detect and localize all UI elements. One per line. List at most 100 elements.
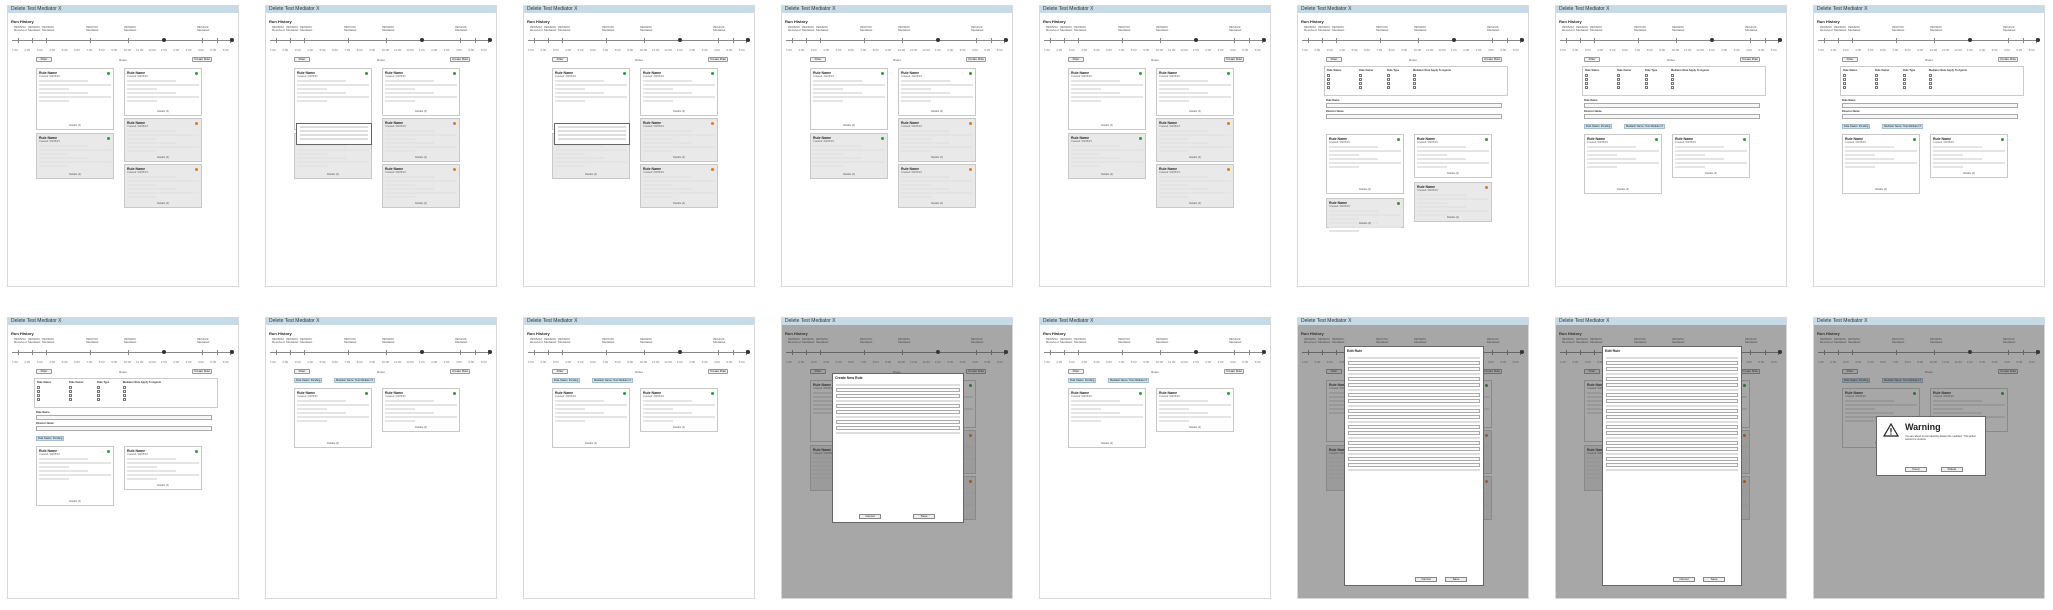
filter-option[interactable] <box>1671 78 1675 81</box>
rule-card[interactable]: Rule NameCreated: 09/05/23Details (4) <box>1068 133 1146 179</box>
filter-option[interactable] <box>1617 82 1621 85</box>
filter-option[interactable] <box>1585 82 1589 85</box>
card-details-link[interactable]: Details (4) <box>1585 188 1661 191</box>
timeline-marker[interactable] <box>1194 38 1198 42</box>
card-details-link[interactable]: Details (4) <box>641 202 717 205</box>
rule-card[interactable]: Rule NameCreated: 09/05/23Details (4) <box>898 164 976 208</box>
card-details-link[interactable]: Details (4) <box>125 202 201 205</box>
filter-option[interactable] <box>1875 74 1879 77</box>
active-filter-tag[interactable]: Mediator Name: Test Mediator X <box>1624 124 1666 129</box>
timeline-marker[interactable] <box>420 38 424 42</box>
filter-checkbox[interactable] <box>1413 86 1416 89</box>
create-rule-button[interactable]: Create Rule <box>708 57 728 62</box>
filter-checkbox[interactable] <box>1413 74 1416 77</box>
timeline-marker[interactable] <box>488 38 492 42</box>
active-filter-tag[interactable]: Mediator Name: Test Mediator X <box>592 378 634 383</box>
filter-option[interactable] <box>1387 78 1391 81</box>
filter-option[interactable] <box>1327 78 1331 81</box>
filter-option[interactable] <box>1645 86 1649 89</box>
rule-card[interactable]: Rule NameCreated: 09/05/23Details (4) <box>898 118 976 162</box>
timeline-marker[interactable] <box>1520 38 1524 42</box>
dialog-field[interactable] <box>1606 409 1738 413</box>
filter-option[interactable] <box>37 394 41 397</box>
filter-option[interactable] <box>69 390 73 393</box>
filter-checkbox[interactable] <box>1843 78 1846 81</box>
card-details-link[interactable]: Details (4) <box>641 110 717 113</box>
dialog-save-button[interactable]: Save <box>1445 577 1467 582</box>
dialog-field[interactable] <box>836 426 960 430</box>
filter-checkbox[interactable] <box>1929 82 1932 85</box>
timeline-marker[interactable] <box>420 350 424 354</box>
dialog-field[interactable] <box>1348 463 1480 467</box>
filter-checkbox[interactable] <box>69 394 72 397</box>
filter-checkbox[interactable] <box>1387 74 1390 77</box>
filter-option[interactable] <box>1327 74 1331 77</box>
filter-checkbox[interactable] <box>1671 78 1674 81</box>
rule-card[interactable]: Rule NameCreated: 09/05/23Details (4) <box>1414 182 1492 222</box>
filter-option[interactable] <box>97 390 101 393</box>
filter-option[interactable] <box>1387 82 1391 85</box>
filter-checkbox[interactable] <box>69 398 72 401</box>
rule-card[interactable]: Rule NameCreated: 09/05/23Details (4) <box>124 68 202 116</box>
filter-option[interactable] <box>1585 86 1589 89</box>
filter-option[interactable] <box>1327 86 1331 89</box>
filter-option[interactable] <box>1843 82 1847 85</box>
filter-option[interactable] <box>37 386 41 389</box>
filter-checkbox[interactable] <box>37 386 40 389</box>
filter-option[interactable] <box>1645 74 1649 77</box>
rule-card[interactable]: Rule NameCreated: 09/05/23Details (4) <box>294 68 372 130</box>
card-details-link[interactable]: Details (4) <box>899 156 975 159</box>
filter-checkbox[interactable] <box>1617 78 1620 81</box>
filter-checkbox[interactable] <box>1413 82 1416 85</box>
dialog-field[interactable] <box>1606 383 1738 387</box>
timeline-marker[interactable] <box>936 38 940 42</box>
filter-option[interactable] <box>1359 82 1363 85</box>
filter-button[interactable]: Filter <box>552 57 568 62</box>
rule-card[interactable]: Rule NameCreated: 09/05/23Details (4) <box>640 68 718 116</box>
rule-name-search-input[interactable] <box>1326 103 1502 108</box>
active-filter-tag[interactable]: Rule Status: Pending <box>36 436 65 441</box>
rule-card[interactable]: Rule NameCreated: 09/05/23Details (4) <box>124 164 202 208</box>
filter-checkbox[interactable] <box>1617 86 1620 89</box>
dialog-cancel-button[interactable]: Cancel <box>859 514 881 519</box>
filter-checkbox[interactable] <box>1875 86 1878 89</box>
filter-checkbox[interactable] <box>1327 74 1330 77</box>
filter-checkbox[interactable] <box>1875 82 1878 85</box>
filter-option[interactable] <box>1843 78 1847 81</box>
filter-option[interactable] <box>1671 82 1675 85</box>
create-rule-button[interactable]: Create Rule <box>450 57 470 62</box>
create-rule-button[interactable]: Create Rule <box>192 57 212 62</box>
filter-checkbox[interactable] <box>1387 82 1390 85</box>
timeline-marker[interactable] <box>1452 38 1456 42</box>
card-details-link[interactable]: Details (4) <box>1157 202 1233 205</box>
filter-checkbox[interactable] <box>1671 74 1674 77</box>
filter-button[interactable]: Filter <box>294 57 310 62</box>
rule-card[interactable]: Rule NameCreated: 09/05/23Details (4) <box>1584 134 1662 194</box>
rule-card[interactable]: Rule NameCreated: 09/05/23Details (4) <box>640 118 718 162</box>
card-details-link[interactable]: Details (4) <box>1415 216 1491 219</box>
card-details-link[interactable]: Details (4) <box>641 156 717 159</box>
filter-checkbox[interactable] <box>37 390 40 393</box>
card-details-link[interactable]: Details (4) <box>899 202 975 205</box>
dialog-field[interactable] <box>1348 399 1480 403</box>
create-rule-button[interactable]: Create Rule <box>1224 369 1244 374</box>
card-details-link[interactable]: Details (4) <box>383 426 459 429</box>
filter-option[interactable] <box>1617 74 1621 77</box>
dialog-field[interactable] <box>1606 361 1738 365</box>
filter-checkbox[interactable] <box>37 398 40 401</box>
filter-option[interactable] <box>1929 78 1933 81</box>
director-name-search-input[interactable] <box>1326 114 1502 119</box>
rule-name-search-input[interactable] <box>1584 103 1760 108</box>
filter-checkbox[interactable] <box>1585 86 1588 89</box>
card-details-link[interactable]: Details (4) <box>383 156 459 159</box>
filter-button[interactable]: Filter <box>552 369 568 374</box>
card-details-link[interactable]: Details (4) <box>1069 173 1145 176</box>
card-details-link[interactable]: Details (4) <box>125 110 201 113</box>
card-details-link[interactable]: Details (4) <box>1673 172 1749 175</box>
rule-name-search-input[interactable] <box>1842 103 2018 108</box>
filter-option[interactable] <box>1387 74 1391 77</box>
create-rule-button[interactable]: Create Rule <box>1740 57 1760 62</box>
rule-card[interactable]: Rule NameCreated: 09/05/23Details (4) <box>382 68 460 116</box>
filter-option[interactable] <box>1671 74 1675 77</box>
filter-button[interactable]: Filter <box>810 57 826 62</box>
